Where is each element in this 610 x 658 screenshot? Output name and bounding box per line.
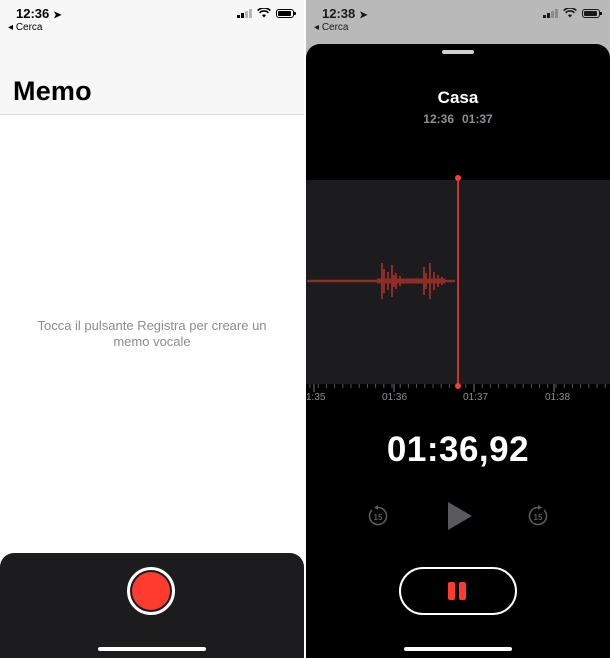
skip-back-15-icon[interactable]: 15 xyxy=(366,504,390,528)
elapsed-time: 01:36,92 xyxy=(386,430,530,469)
play-icon[interactable] xyxy=(446,500,474,532)
svg-text:15: 15 xyxy=(534,513,543,522)
recording-meta: 12:36 01:37 xyxy=(306,112,610,126)
home-indicator[interactable] xyxy=(404,647,512,651)
wifi-icon xyxy=(563,8,577,18)
location-arrow-icon: ➤ xyxy=(53,10,62,21)
record-icon xyxy=(132,572,170,610)
back-to-search-link[interactable]: ◂ Cerca xyxy=(314,22,349,33)
location-arrow-icon: ➤ xyxy=(359,10,368,21)
recording-time: 12:36 xyxy=(423,112,454,126)
playhead[interactable] xyxy=(306,174,610,394)
record-button[interactable] xyxy=(127,567,175,615)
status-icons xyxy=(543,8,602,18)
back-to-search-link[interactable]: ◂ Cerca xyxy=(8,22,43,33)
pause-icon xyxy=(448,582,468,600)
recording-screen: 12:38 ➤ ◂ Cerca Casa 12:36 01:37 1:35 01:3… xyxy=(306,0,610,658)
pause-button[interactable] xyxy=(399,567,517,615)
empty-state-message: Tocca il pulsante Registra per creare un… xyxy=(37,318,267,349)
skip-forward-15-icon[interactable]: 15 xyxy=(526,504,550,528)
recording-name[interactable]: Casa xyxy=(306,88,610,108)
svg-text:15: 15 xyxy=(374,513,383,522)
page-title: Memo xyxy=(13,76,92,106)
signal-icon xyxy=(237,8,252,18)
back-label: Cerca xyxy=(15,22,43,33)
home-indicator[interactable] xyxy=(98,647,206,651)
memo-list-screen: 12:36 ➤ ◂ Cerca Memo Tocca il pulsante Re… xyxy=(0,0,304,658)
sheet-grabber[interactable] xyxy=(442,50,474,54)
battery-icon xyxy=(276,8,296,18)
recording-duration: 01:37 xyxy=(462,112,493,126)
status-time: 12:38 ➤ xyxy=(322,6,368,21)
status-time: 12:36 ➤ xyxy=(16,6,62,21)
back-label: Cerca xyxy=(321,22,349,33)
wifi-icon xyxy=(257,8,271,18)
signal-icon xyxy=(543,8,558,18)
battery-icon xyxy=(582,8,602,18)
status-icons xyxy=(237,8,296,18)
